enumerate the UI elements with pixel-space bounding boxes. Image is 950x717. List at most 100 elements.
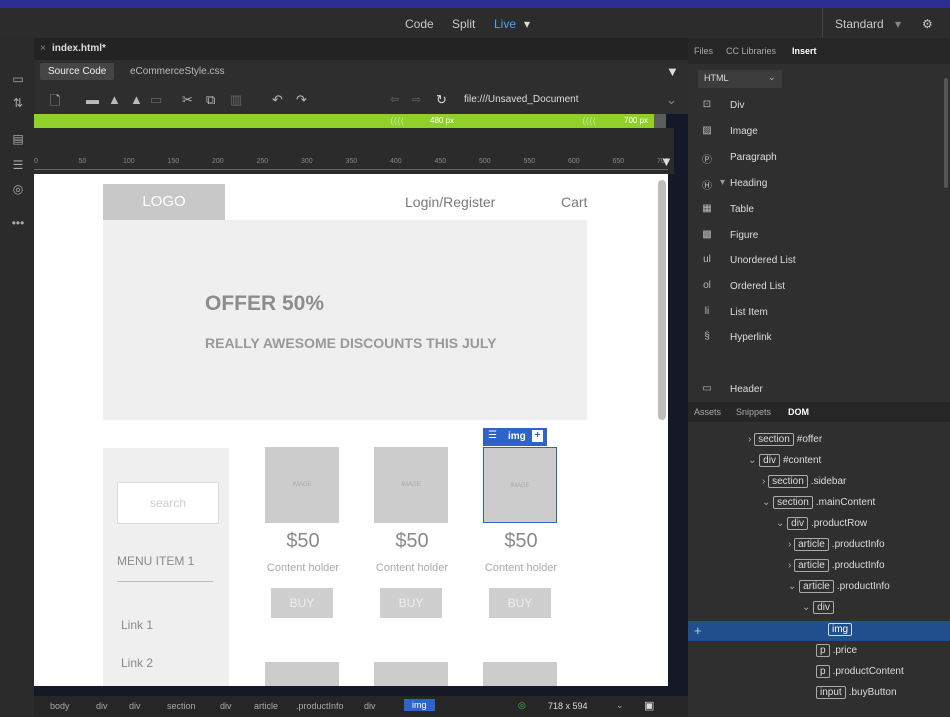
tag-selector-section[interactable]: section	[167, 701, 196, 711]
filter-icon[interactable]: ▼	[666, 64, 679, 79]
split-view-button[interactable]: Split	[452, 17, 475, 31]
tab-dom[interactable]: DOM	[788, 407, 809, 417]
window-size-dropdown-icon[interactable]: ⌄	[616, 700, 624, 711]
tab-insert[interactable]: Insert	[792, 46, 817, 56]
mq-700-marker[interactable]: ⟨⟨⟨⟨	[582, 114, 596, 128]
workspace-chevron-icon[interactable]: ▾	[895, 17, 901, 31]
close-tab-icon[interactable]: ×	[40, 43, 46, 54]
search-input[interactable]: search	[117, 482, 219, 524]
print-icon[interactable]: ▭	[150, 92, 162, 108]
insert-heading[interactable]: Ⓗ ▾ Heading	[696, 174, 936, 194]
tab-index-html[interactable]: index.html*	[52, 43, 106, 54]
sidebar-link-1[interactable]: Link 1	[121, 618, 153, 632]
tag-selector-productInfo[interactable]: .productInfo	[296, 701, 344, 711]
dom-p-productcontent[interactable]: p .productContent	[816, 665, 904, 683]
tag-selector-img[interactable]: img	[404, 699, 435, 711]
dom-img-selected[interactable]: img	[828, 623, 855, 641]
buy-button-1[interactable]: BUY	[271, 588, 333, 618]
code-view-button[interactable]: Code	[405, 17, 434, 31]
product-image-3-selected[interactable]: IMAGE	[483, 447, 557, 523]
css-file-tab[interactable]: eCommerceStyle.css	[130, 66, 224, 77]
dom-collapse-icon[interactable]: ⌄	[776, 518, 787, 529]
insert-ordered-list[interactable]: ol Ordered List	[696, 277, 936, 297]
dom-div-content[interactable]: ⌄ div #content	[748, 454, 821, 472]
dom-article-productinfo-3[interactable]: ⌄ article .productInfo	[788, 580, 890, 598]
dom-collapse-icon[interactable]: ⌄	[748, 455, 759, 466]
dom-article-productinfo-1[interactable]: › article .productInfo	[788, 538, 885, 556]
dom-section-maincontent[interactable]: ⌄ section .mainContent	[762, 496, 875, 514]
window-size[interactable]: 718 x 594	[548, 701, 588, 711]
hud-add-class-icon[interactable]: +	[532, 430, 543, 442]
tag-selector-article[interactable]: article	[254, 701, 278, 711]
source-code-tab[interactable]: Source Code	[40, 63, 115, 80]
cut-icon[interactable]: ✂	[182, 92, 193, 108]
dom-collapse-icon[interactable]: ⌄	[788, 581, 799, 592]
dom-div[interactable]: ⌄ div	[802, 601, 837, 619]
insert-paragraph[interactable]: Ⓟ Paragraph	[696, 148, 936, 168]
target-icon[interactable]: ◎	[10, 182, 26, 196]
add-element-icon[interactable]: +	[694, 623, 702, 638]
viewport-resize-handle[interactable]: ▼	[660, 154, 673, 169]
format-lines-icon[interactable]: ☰	[10, 158, 26, 172]
save-all-icon[interactable]: ▲	[130, 92, 143, 107]
buy-button-2[interactable]: BUY	[380, 588, 442, 618]
dom-p-price[interactable]: p .price	[816, 644, 857, 662]
dom-collapse-icon[interactable]: ⌄	[802, 602, 813, 613]
insert-header[interactable]: ▭ Header	[696, 380, 936, 400]
open-file-icon[interactable]: ▭	[10, 72, 26, 86]
back-icon[interactable]: ⇦	[390, 93, 399, 106]
open-folder-icon[interactable]: ▬	[86, 92, 99, 107]
dom-selected-row[interactable]	[688, 621, 950, 641]
address-dropdown-icon[interactable]: ⌄	[666, 92, 677, 108]
tag-selector-div[interactable]: div	[364, 701, 376, 711]
tab-cc-libraries[interactable]: CC Libraries	[726, 46, 776, 56]
dom-section-sidebar[interactable]: › section .sidebar	[762, 475, 846, 493]
dom-input-buybutton[interactable]: input .buyButton	[816, 686, 897, 704]
element-hud[interactable]: ☰ img +	[483, 428, 547, 446]
tag-selector-div[interactable]: div	[129, 701, 141, 711]
copy-icon[interactable]: ⧉	[206, 92, 215, 108]
buy-button-3[interactable]: BUY	[489, 588, 551, 618]
mq-480-marker[interactable]: ⟨⟨⟨⟨	[390, 114, 404, 128]
tag-selector-div[interactable]: div	[96, 701, 108, 711]
live-view-button[interactable]: Live	[494, 17, 516, 31]
undo-icon[interactable]: ↶	[272, 92, 283, 108]
save-icon[interactable]: ▲	[108, 92, 121, 107]
new-document-icon[interactable]: 🗋	[50, 92, 60, 114]
product-image-row2-3[interactable]	[483, 662, 557, 686]
product-image-2[interactable]: IMAGE	[374, 447, 448, 523]
hud-menu-icon[interactable]: ☰	[488, 430, 497, 441]
media-query-range[interactable]	[34, 114, 654, 128]
cart-link[interactable]: Cart	[561, 194, 587, 210]
dom-div-productrow[interactable]: ⌄ div .productRow	[776, 517, 867, 535]
refresh-icon[interactable]: ↻	[436, 92, 447, 108]
insert-unordered-list[interactable]: ul Unordered List	[696, 251, 936, 271]
tab-snippets[interactable]: Snippets	[736, 407, 771, 417]
address-bar[interactable]: file:///Unsaved_Document	[464, 94, 579, 105]
product-image-1[interactable]: IMAGE	[265, 447, 339, 523]
file-transfer-icon[interactable]: ⇅	[10, 96, 26, 110]
dom-collapse-icon[interactable]: ⌄	[762, 497, 773, 508]
more-options-icon[interactable]: •••	[10, 216, 26, 230]
paste-icon[interactable]: ▥	[230, 92, 242, 108]
product-image-row2-1[interactable]	[265, 662, 339, 686]
logo[interactable]: LOGO	[103, 184, 225, 220]
tag-selector-div[interactable]: div	[220, 701, 232, 711]
redo-icon[interactable]: ↷	[296, 92, 307, 108]
insert-category-select[interactable]: HTML ⌄	[698, 70, 782, 88]
insert-scrollbar[interactable]	[944, 78, 948, 188]
no-errors-icon[interactable]: ◎	[518, 700, 526, 711]
insert-div[interactable]: ⊡ Div	[696, 96, 936, 116]
insert-table[interactable]: ▦ Table	[696, 200, 936, 220]
canvas-scrollbar[interactable]	[658, 180, 666, 420]
heading-dropdown-icon[interactable]: ▾	[720, 177, 725, 188]
sidebar-link-2[interactable]: Link 2	[121, 656, 153, 670]
forward-icon[interactable]: ⇨	[412, 93, 421, 106]
insert-image[interactable]: ▨ Image	[696, 122, 936, 142]
dom-section-offer[interactable]: › section #offer	[748, 433, 822, 451]
dom-article-productinfo-2[interactable]: › article .productInfo	[788, 559, 885, 577]
live-dropdown-icon[interactable]: ▾	[524, 17, 530, 31]
document-icon[interactable]: ▤	[10, 132, 26, 146]
tag-selector-body[interactable]: body	[50, 701, 70, 711]
preview-device-icon[interactable]: ▣	[644, 699, 654, 712]
